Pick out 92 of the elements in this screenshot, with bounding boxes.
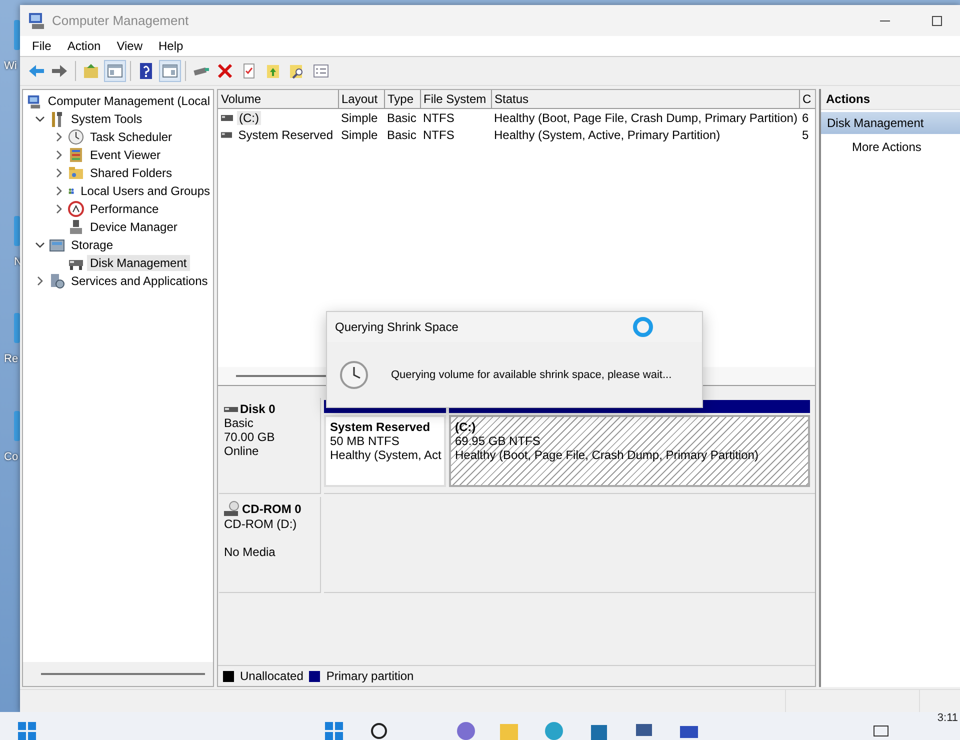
table-cell[interactable]: (C:) — [237, 110, 261, 124]
disk-name: Disk 0 — [240, 402, 276, 416]
storage-icon — [49, 237, 65, 253]
disk-detail: CD-ROM (D:) — [224, 517, 298, 531]
wrench-icon — [49, 111, 65, 127]
folder-up-icon — [264, 62, 282, 80]
arrow-right-icon — [51, 62, 69, 80]
scrollbar-thumb[interactable] — [41, 673, 205, 675]
tree-item[interactable]: Device Manager — [87, 219, 180, 235]
partition-size: 50 MB NTFS — [330, 434, 400, 448]
table-cell: Basic — [387, 110, 416, 124]
column-header[interactable]: Status — [491, 90, 799, 108]
dialog-message: Querying volume for available shrink space, please wait... — [391, 368, 672, 380]
disk-info-panel[interactable]: Disk 0 Basic 70.00 GB Online — [219, 398, 321, 494]
menu-item[interactable]: Help — [150, 39, 192, 53]
table-cell: NTFS — [423, 128, 454, 142]
log-icon — [68, 147, 84, 163]
actions-section[interactable]: Disk Management — [821, 112, 960, 134]
table-cell: NTFS — [423, 110, 454, 124]
menu-item[interactable]: Action — [59, 39, 109, 53]
desktop-icon-label: Re — [4, 353, 20, 365]
partition-title: System Reserved — [330, 420, 432, 434]
drive-icon — [224, 404, 238, 414]
arrow-left-icon — [27, 62, 45, 80]
desktop-icon-label: N — [14, 256, 23, 268]
legend-label: Primary partition — [326, 669, 414, 683]
table-cell: 6 — [802, 110, 809, 124]
partition-block[interactable]: System Reserved 50 MB NTFS Healthy (System, Act — [324, 415, 446, 487]
panel-icon — [161, 62, 179, 80]
table-cell[interactable]: System Reserved — [236, 128, 335, 142]
clock-icon — [339, 360, 369, 390]
column-header[interactable]: Type — [384, 90, 420, 108]
tree-item[interactable]: Shared Folders — [87, 165, 176, 181]
cd-drive-icon — [224, 501, 240, 517]
tree-item[interactable]: Event Viewer — [87, 147, 164, 163]
tree-item[interactable]: System Tools — [68, 111, 146, 127]
partition-size: 69.95 GB NTFS — [455, 434, 542, 448]
partition-status: Healthy (Boot, Page File, Crash Dump, Primary Partition) — [455, 448, 760, 462]
disk-detail: Online — [224, 444, 260, 458]
disk-detail: Basic — [224, 416, 254, 430]
drive-icon — [221, 130, 232, 138]
table-cell: Simple — [341, 110, 378, 124]
table-cell: Basic — [387, 128, 416, 142]
actions-header: Actions — [821, 89, 960, 110]
partition-status: Healthy (System, Act — [330, 448, 440, 462]
gauge-icon — [68, 201, 84, 217]
drive-icon — [221, 114, 233, 122]
menu-item[interactable]: File — [24, 39, 60, 53]
action-link[interactable]: More Actions — [851, 138, 922, 156]
disk-detail: No Media — [224, 545, 276, 559]
window-title: Computer Management — [52, 13, 190, 28]
tree-item[interactable]: Disk Management — [87, 255, 190, 271]
legend-label: Unallocated — [240, 669, 304, 683]
disk-name: CD-ROM 0 — [242, 502, 302, 516]
column-header[interactable]: C — [799, 90, 815, 108]
table-cell: Healthy (Boot, Page File, Crash Dump, Primary Partition) — [494, 110, 798, 124]
column-header[interactable]: File System — [420, 90, 491, 108]
clock[interactable]: 3:11 — [937, 712, 958, 724]
toolbar-button[interactable] — [104, 60, 126, 82]
table-cell: Simple — [341, 128, 378, 142]
table-cell: 5 — [802, 128, 809, 142]
services-icon — [49, 273, 65, 289]
panel-icon — [106, 62, 124, 80]
table-cell: Healthy (System, Active, Primary Partition) — [494, 128, 720, 142]
app-icon — [28, 12, 46, 30]
disk-detail: 70.00 GB — [224, 430, 276, 444]
list-icon — [312, 62, 330, 80]
help-icon — [137, 62, 155, 80]
tree-item[interactable]: Performance — [87, 201, 162, 217]
partition-title: (C:) — [455, 420, 477, 434]
search-icon — [370, 722, 388, 740]
disk-info-panel[interactable]: CD-ROM 0 CD-ROM (D:) No Media — [219, 497, 321, 593]
tree-item[interactable]: Services and Applications — [68, 273, 211, 289]
tree-item[interactable]: Local Users and Groups — [78, 183, 213, 199]
device-icon — [68, 219, 84, 235]
dialog-title: Querying Shrink Space — [335, 320, 458, 334]
start-icon — [325, 722, 343, 740]
tree-item[interactable]: Computer Management (Local — [44, 93, 213, 109]
delete-icon — [216, 62, 234, 80]
spinner-icon — [632, 316, 654, 338]
clock-icon — [68, 129, 84, 145]
tree-item[interactable]: Storage — [68, 237, 116, 253]
column-header[interactable]: Volume — [218, 90, 338, 108]
partition-block[interactable]: (C:) 69.95 GB NTFS Healthy (Boot, Page File, Crash Dump, Primary Partition) — [449, 415, 810, 487]
desktop-icon-label: Wi — [4, 60, 18, 72]
tree-item[interactable]: Task Scheduler — [87, 129, 176, 145]
start-icon — [18, 722, 36, 740]
toolbar-button[interactable] — [159, 60, 181, 82]
maximize-icon — [932, 16, 942, 26]
desktop-icon-label: Co — [4, 451, 20, 463]
menu-item[interactable]: View — [108, 39, 150, 53]
column-header[interactable]: Layout — [338, 90, 384, 108]
